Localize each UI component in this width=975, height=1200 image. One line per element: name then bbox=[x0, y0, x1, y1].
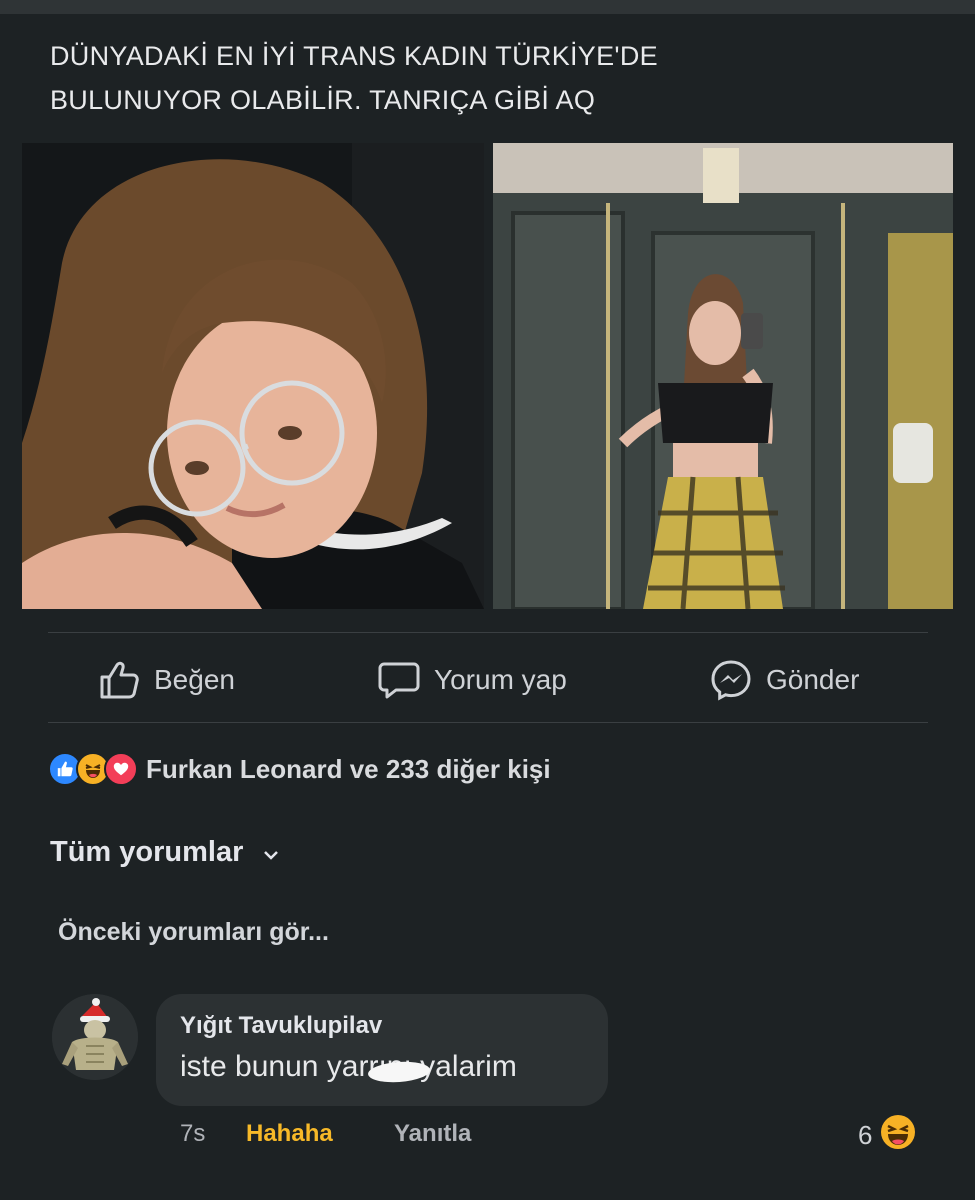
thumbs-up-icon bbox=[98, 660, 140, 700]
reactions-summary[interactable]: Furkan Leonard ve 233 diğer kişi bbox=[48, 752, 551, 786]
reactions-summary-text: Furkan Leonard ve 233 diğer kişi bbox=[146, 753, 551, 784]
avatar[interactable] bbox=[52, 994, 138, 1080]
post-photo-1[interactable] bbox=[22, 143, 484, 609]
comment-reaction-count[interactable]: 6 bbox=[858, 1114, 916, 1157]
messenger-icon bbox=[710, 659, 752, 701]
send-label: Gönder bbox=[766, 664, 860, 695]
post-photo-2[interactable] bbox=[493, 143, 953, 609]
divider-top bbox=[48, 632, 928, 633]
comment-bubble: Yığıt Tavuklupilav iste bunun yarrını ya… bbox=[156, 994, 608, 1106]
comment-bubble-icon bbox=[378, 660, 420, 700]
like-label: Beğen bbox=[154, 664, 235, 695]
like-button[interactable]: Beğen bbox=[98, 660, 235, 700]
comment-reaction-count-value: 6 bbox=[858, 1120, 873, 1150]
comment-reaction-button[interactable]: Hahaha bbox=[246, 1120, 333, 1148]
comment-time: 7s bbox=[180, 1120, 206, 1147]
post-text-line-1: DÜNYADAKİ EN İYİ TRANS KADIN TÜRKİYE'DE bbox=[50, 41, 658, 71]
comment-author[interactable]: Yığıt Tavuklupilav bbox=[180, 1012, 382, 1040]
comment-button[interactable]: Yorum yap bbox=[378, 660, 567, 700]
previous-comments-link[interactable]: Önceki yorumları gör... bbox=[58, 918, 329, 947]
reply-button[interactable]: Yanıtla bbox=[394, 1120, 471, 1148]
post-text: DÜNYADAKİ EN İYİ TRANS KADIN TÜRKİYE'DE … bbox=[50, 34, 910, 122]
chevron-down-icon bbox=[263, 836, 279, 869]
comments-filter-dropdown[interactable]: Tüm yorumlar bbox=[50, 836, 279, 869]
haha-icon bbox=[880, 1114, 916, 1157]
mirror-selfie-photo bbox=[493, 143, 953, 609]
comments-filter-label: Tüm yorumlar bbox=[50, 836, 244, 868]
selfie-photo bbox=[22, 143, 484, 609]
comment-text: iste bunun yarrını yalarim bbox=[180, 1050, 517, 1083]
love-reaction-icon bbox=[104, 752, 138, 786]
comment-label: Yorum yap bbox=[434, 664, 567, 695]
top-status-bar bbox=[0, 0, 975, 14]
post-text-line-2: BULUNUYOR OLABİLİR. TANRIÇA GİBİ AQ bbox=[50, 85, 596, 115]
send-button[interactable]: Gönder bbox=[710, 659, 860, 701]
divider-bottom bbox=[48, 722, 928, 723]
